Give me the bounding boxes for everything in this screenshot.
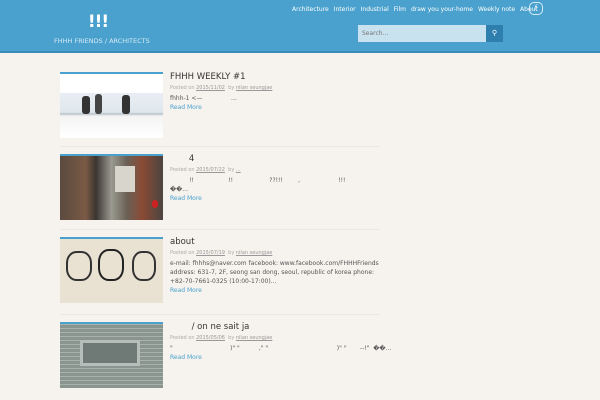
posted-on-label: Posted on: [170, 250, 195, 256]
nav-architecture[interactable]: Architecture: [292, 6, 329, 13]
post-thumbnail[interactable]: [60, 237, 163, 303]
nav-weekly-note[interactable]: Weekly note: [478, 6, 515, 13]
divider: [60, 314, 380, 315]
search-button[interactable]: ⚲: [486, 25, 503, 42]
post-title[interactable]: about: [170, 237, 400, 247]
read-more-link[interactable]: Read More: [170, 287, 400, 294]
nav-draw-your-home[interactable]: draw you your-home: [411, 6, 473, 13]
posted-on-label: Posted on: [170, 167, 195, 173]
search-icon: ⚲: [491, 29, 498, 37]
post-author[interactable]: nilan seungjae: [236, 85, 273, 91]
post-title[interactable]: / on ne sait ja: [170, 322, 400, 332]
divider: [60, 229, 380, 230]
post-date[interactable]: 2015/07/22: [196, 167, 225, 173]
main-nav: Architecture Interior Industrial Film dr…: [292, 6, 538, 13]
search-input[interactable]: [358, 25, 486, 42]
post-thumbnail[interactable]: [60, 72, 163, 138]
by-label: by: [228, 85, 235, 91]
facebook-icon[interactable]: f: [529, 2, 543, 15]
post-date[interactable]: 2015/05/06: [196, 335, 225, 341]
read-more-link[interactable]: Read More: [170, 104, 400, 111]
post-title[interactable]: FHHH WEEKLY #1: [170, 72, 400, 82]
post-excerpt: " )" " ," " )" " --!" ��...: [170, 345, 392, 352]
read-more-link[interactable]: Read More: [170, 354, 400, 361]
post-date[interactable]: 2015/07/19: [196, 250, 225, 256]
read-more-link[interactable]: Read More: [170, 195, 400, 202]
nav-interior[interactable]: Interior: [334, 6, 356, 13]
by-label: by: [228, 250, 235, 256]
post-thumbnail[interactable]: [60, 322, 163, 388]
post-author[interactable]: nilan seungjae: [236, 335, 273, 341]
post-author[interactable]: ...: [236, 167, 241, 173]
post-meta: Posted on 2015/05/06 by nilan seungjae: [170, 335, 400, 341]
post-meta: Posted on 2015/11/02 by nilan seungjae: [170, 85, 400, 91]
site-subtitle[interactable]: FHHH FRIENDS / ARCHITECTS: [54, 37, 150, 45]
site-logo[interactable]: !!! FHHH FRIENDS / ARCHITECTS: [54, 14, 150, 46]
posted-on-label: Posted on: [170, 335, 195, 341]
logo-mark[interactable]: !!!: [54, 14, 142, 31]
post-thumbnail[interactable]: [60, 154, 163, 220]
post-excerpt: e-mail: fhhhs@naver.com facebook: www.fa…: [170, 260, 381, 285]
post-date[interactable]: 2015/11/02: [196, 85, 225, 91]
divider: [60, 146, 380, 147]
nav-film[interactable]: Film: [394, 6, 406, 13]
post-excerpt: !! !! ??!!! , !!! ��...: [170, 177, 346, 193]
post-meta: Posted on 2015/07/22 by ...: [170, 167, 400, 173]
nav-industrial[interactable]: Industrial: [361, 6, 389, 13]
post-excerpt: fhhh-1 <— ...: [170, 95, 237, 102]
posted-on-label: Posted on: [170, 85, 195, 91]
post-meta: Posted on 2015/07/19 by nilan seungjae: [170, 250, 400, 256]
by-label: by: [228, 167, 235, 173]
by-label: by: [228, 335, 235, 341]
post-title[interactable]: 4: [170, 154, 400, 164]
site-header: !!! FHHH FRIENDS / ARCHITECTS Architectu…: [0, 0, 600, 53]
post-author[interactable]: nilan seungjae: [236, 250, 273, 256]
